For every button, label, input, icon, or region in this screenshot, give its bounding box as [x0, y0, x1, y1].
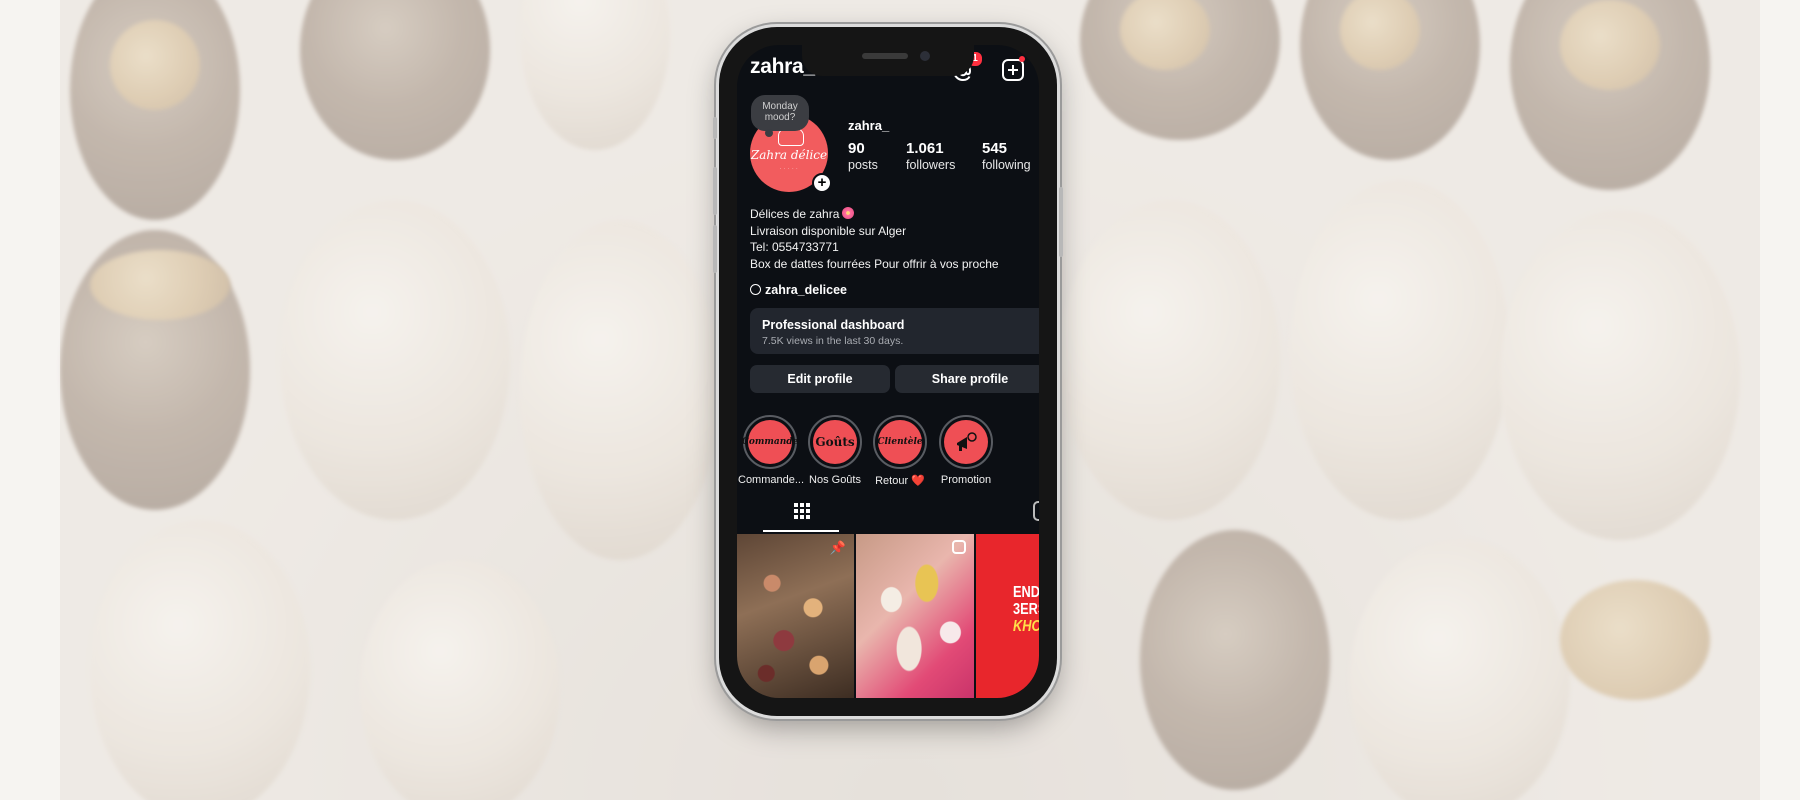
highlight-label: Promotion — [940, 474, 992, 486]
reel-icon — [952, 540, 966, 554]
pin-icon: 📌 — [829, 540, 846, 555]
bio-line-4: Box de dattes fourrées Pour offrir à vos… — [750, 257, 999, 272]
post-overlay-text: ENDI 3ERS KHOT — [1013, 584, 1039, 635]
post-text-line: ENDI — [1013, 584, 1039, 601]
post-text-line: 3ERS — [1013, 601, 1039, 618]
speaker — [862, 53, 908, 59]
content-tabs — [737, 493, 1039, 532]
power-button — [1059, 187, 1063, 257]
mute-switch — [713, 117, 717, 139]
bio-line-3[interactable]: Tel: 0554733771 — [750, 239, 999, 256]
post-thumbnail[interactable] — [856, 534, 974, 698]
highlight-label: Retour ❤️ — [875, 475, 925, 487]
front-camera — [920, 51, 930, 61]
new-post-dot — [1019, 56, 1025, 62]
highlight-ring: Clientèle — [873, 415, 927, 469]
professional-dashboard[interactable]: Professional dashboard 7.5K views in the… — [750, 308, 1039, 354]
post-grid: 📌 ENDI 3ERS KHOT — [737, 534, 1039, 698]
note-bubble[interactable]: Monday mood? — [751, 95, 809, 137]
post-text-line: KHOT — [1013, 618, 1039, 635]
grid-icon — [794, 503, 810, 519]
display-name: zahra_ — [848, 118, 890, 133]
threads-handle: zahra_delicee — [765, 283, 847, 297]
notch — [802, 45, 974, 76]
stat-following-value: 545 — [982, 140, 1008, 157]
stat-followers[interactable]: 1.061 followers — [906, 140, 955, 172]
bio-line-2: Livraison disponible sur Alger — [750, 223, 907, 238]
highlight-commande[interactable]: Commande Commande... — [738, 415, 805, 486]
phone-frame: zahra_delicee ⌄ 1 Zahra délice · · · · ·… — [713, 27, 1063, 716]
tab-reels[interactable] — [865, 493, 1039, 531]
post-thumbnail[interactable]: ENDI 3ERS KHOT — [976, 534, 1039, 698]
stat-posts-label: posts — [848, 158, 878, 172]
threads-profile-link[interactable]: zahra_delicee — [750, 283, 847, 297]
highlight-cover: Commande — [742, 420, 798, 464]
highlight-gouts[interactable]: Goûts Nos Goûts — [803, 415, 867, 486]
stat-posts-value: 90 — [848, 140, 865, 157]
bio: Délices de zahra Livraison disponible su… — [750, 206, 999, 273]
threads-small-icon — [750, 284, 761, 295]
tab-grid[interactable] — [737, 493, 865, 531]
megaphone-icon — [957, 432, 977, 451]
stat-followers-label: followers — [906, 158, 956, 172]
highlight-label: Nos Goûts — [809, 474, 861, 486]
highlight-retour[interactable]: Clientèle Retour ❤️ — [868, 415, 932, 487]
share-profile-button[interactable]: Share profile — [895, 365, 1039, 393]
highlight-ring: Goûts — [808, 415, 862, 469]
flower-icon — [842, 207, 855, 219]
avatar-subtext: · · · · · — [779, 166, 799, 172]
stat-following[interactable]: 545 following — [982, 140, 1031, 172]
stat-following-label: following — [982, 158, 1031, 172]
volume-up-button — [713, 167, 717, 215]
avatar-brand: Zahra délice — [750, 148, 828, 162]
active-tab-indicator — [763, 530, 839, 532]
stat-posts[interactable]: 90 posts — [848, 140, 878, 172]
highlight-ring: Commande — [742, 415, 798, 469]
highlight-cover: Goûts — [813, 420, 857, 464]
bio-line-1: Délices de zahra — [750, 207, 840, 221]
post-thumbnail[interactable]: 📌 — [737, 534, 854, 698]
tab-tagged[interactable] — [965, 493, 1039, 531]
dashboard-title: Professional dashboard — [762, 318, 905, 332]
highlight-ring — [939, 415, 993, 469]
highlight-label: Commande... — [738, 474, 805, 486]
highlight-cover: Clientèle — [877, 420, 923, 464]
highlight-promotion[interactable]: Promotion — [934, 415, 998, 486]
phone-screen: zahra_delicee ⌄ 1 Zahra délice · · · · ·… — [737, 45, 1039, 698]
add-story-button[interactable]: + — [812, 173, 832, 193]
note-text: Monday mood? — [762, 101, 798, 123]
highlight-cover — [944, 420, 988, 464]
volume-down-button — [713, 225, 717, 273]
dashboard-subtitle: 7.5K views in the last 30 days. — [762, 335, 904, 347]
stat-followers-value: 1.061 — [906, 140, 944, 157]
edit-profile-button[interactable]: Edit profile — [750, 365, 890, 393]
new-post-icon[interactable] — [1002, 59, 1024, 81]
